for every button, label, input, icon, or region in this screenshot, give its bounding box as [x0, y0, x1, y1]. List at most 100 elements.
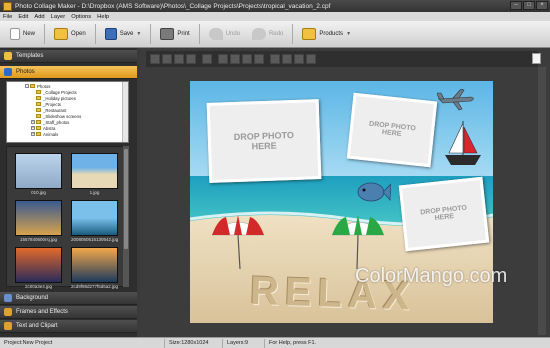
tree-scrollbar[interactable]	[122, 82, 128, 142]
canvas-scrollbar[interactable]	[538, 67, 546, 335]
photo-placeholder-3[interactable]: DROP PHOTO HERE	[398, 176, 490, 252]
airplane-clipart[interactable]	[437, 89, 477, 111]
status-help: For Help, press F1.	[269, 339, 317, 346]
menu-help[interactable]: Help	[97, 14, 109, 20]
sailboat-clipart[interactable]	[443, 119, 483, 169]
thumbnail-label: 1.jpg	[89, 190, 100, 195]
text-clipart-header[interactable]: Text and Clipart	[0, 320, 137, 333]
thumbnail-label: 2cd9f98d277f6d6a2.jpg	[71, 284, 119, 289]
status-layers: Layers:9	[223, 338, 265, 348]
layer-tool-icon[interactable]	[174, 54, 184, 64]
title-bar: Photo Collage Maker - D:\Dropbox (AMS So…	[0, 0, 550, 12]
tree-item[interactable]: + Animals	[25, 131, 128, 137]
printer-icon	[160, 28, 175, 40]
folder-icon	[36, 108, 41, 112]
folder-icon	[30, 84, 35, 88]
align-icon[interactable]	[230, 54, 240, 64]
toolbar-separator	[198, 24, 200, 44]
redo-icon	[252, 28, 267, 40]
folder-icon	[36, 120, 41, 124]
thumbnail-image[interactable]	[15, 247, 62, 283]
tree-item-label: _Staff_photos	[43, 119, 70, 125]
folder-icon	[36, 102, 41, 106]
tree-item-label: _Holiday pictures	[43, 95, 76, 101]
scrollbar-thumb[interactable]	[124, 149, 128, 249]
toolbar-separator	[44, 24, 46, 44]
tree-item-label: Abstra	[43, 125, 56, 131]
window-title: Photo Collage Maker - D:\Dropbox (AMS So…	[15, 2, 331, 10]
flip-icon[interactable]	[242, 54, 252, 64]
thumbnail-image[interactable]	[71, 247, 118, 283]
maximize-button[interactable]: □	[523, 1, 535, 10]
products-button[interactable]: Products ▼	[296, 23, 357, 45]
save-button[interactable]: Save ▼	[99, 23, 148, 45]
chevron-down-icon[interactable]: ▼	[136, 31, 141, 37]
toolbar-separator	[292, 24, 294, 44]
folder-icon	[36, 132, 41, 136]
new-button[interactable]: New	[4, 23, 41, 45]
document-icon[interactable]	[532, 53, 541, 64]
photos-icon	[4, 68, 12, 76]
chevron-down-icon[interactable]: ▼	[346, 31, 351, 37]
menu-options[interactable]: Options	[71, 14, 91, 20]
folder-tree[interactable]: - Photos _Collage Projects _Holiday picture…	[6, 81, 129, 143]
delete-icon[interactable]	[270, 54, 280, 64]
folder-icon	[36, 126, 41, 130]
tree-item-label: Animals	[43, 131, 59, 137]
crop-icon[interactable]	[282, 54, 292, 64]
background-icon	[4, 294, 12, 302]
templates-header[interactable]: Templates	[0, 50, 137, 63]
folder-icon	[36, 90, 41, 94]
undo-icon	[208, 28, 223, 40]
background-header[interactable]: Background	[0, 292, 137, 305]
photos-header[interactable]: Photos	[0, 66, 137, 79]
green-umbrella-clipart[interactable]	[328, 211, 388, 269]
status-bar: Project:New Project Size:1280x1024 Layer…	[0, 337, 550, 348]
close-button[interactable]: ×	[536, 1, 548, 10]
thumbnail-label: 2c00a3e4.jpg	[24, 284, 53, 289]
menu-edit[interactable]: Edit	[18, 14, 28, 20]
tree-item-label: _Slideshow screens	[43, 113, 82, 119]
tree-item-label: Photos	[37, 83, 51, 89]
open-button[interactable]: Open	[48, 23, 92, 45]
menu-bar: File Edit Add Layer Options Help	[0, 12, 550, 21]
minimize-button[interactable]: –	[510, 1, 522, 10]
tree-expander-icon[interactable]: +	[31, 120, 35, 124]
tree-expander-icon[interactable]: +	[31, 132, 35, 136]
thumbnail-image[interactable]	[71, 153, 118, 189]
thumbnail-image[interactable]	[15, 200, 62, 236]
tree-expander-icon[interactable]: -	[25, 84, 29, 88]
redo-button[interactable]: Redo	[246, 23, 289, 45]
status-project: Project:New Project	[0, 338, 165, 348]
layer-tool-icon[interactable]	[162, 54, 172, 64]
frames-header[interactable]: Frames and Effects	[0, 306, 137, 319]
thumbnail-scrollbar[interactable]	[123, 146, 129, 287]
red-umbrella-clipart[interactable]	[208, 211, 268, 269]
folder-icon	[36, 114, 41, 118]
app-icon	[3, 1, 12, 11]
layer-tool-icon[interactable]	[150, 54, 160, 64]
menu-add[interactable]: Add	[34, 14, 44, 20]
thumbnail-label: 2008050515130542.jpg	[71, 237, 119, 242]
thumbnail-image[interactable]	[71, 200, 118, 236]
photo-placeholder-2[interactable]: DROP PHOTO HERE	[346, 92, 438, 168]
watermark: ColorMango.com	[355, 265, 508, 287]
layer-tool-icon[interactable]	[186, 54, 196, 64]
photo-placeholder-1[interactable]: DROP PHOTO HERE	[206, 99, 322, 183]
flip-icon[interactable]	[254, 54, 264, 64]
thumbnail-label: 1557840600rsj.jpg	[19, 237, 58, 242]
new-file-icon	[10, 28, 20, 40]
save-icon	[104, 28, 117, 40]
thumbnail-label: 010.jpg	[31, 190, 46, 195]
align-icon[interactable]	[218, 54, 228, 64]
undo-button[interactable]: Undo	[203, 23, 246, 45]
fish-clipart[interactable]	[355, 179, 391, 205]
layer-tool-icon[interactable]	[202, 54, 212, 64]
menu-layer[interactable]: Layer	[51, 14, 66, 20]
menu-file[interactable]: File	[3, 14, 12, 20]
tree-expander-icon[interactable]: +	[31, 126, 35, 130]
thumbnail-image[interactable]	[15, 153, 62, 189]
settings-icon[interactable]	[294, 54, 304, 64]
lock-icon[interactable]	[306, 54, 316, 64]
print-button[interactable]: Print	[154, 23, 195, 45]
